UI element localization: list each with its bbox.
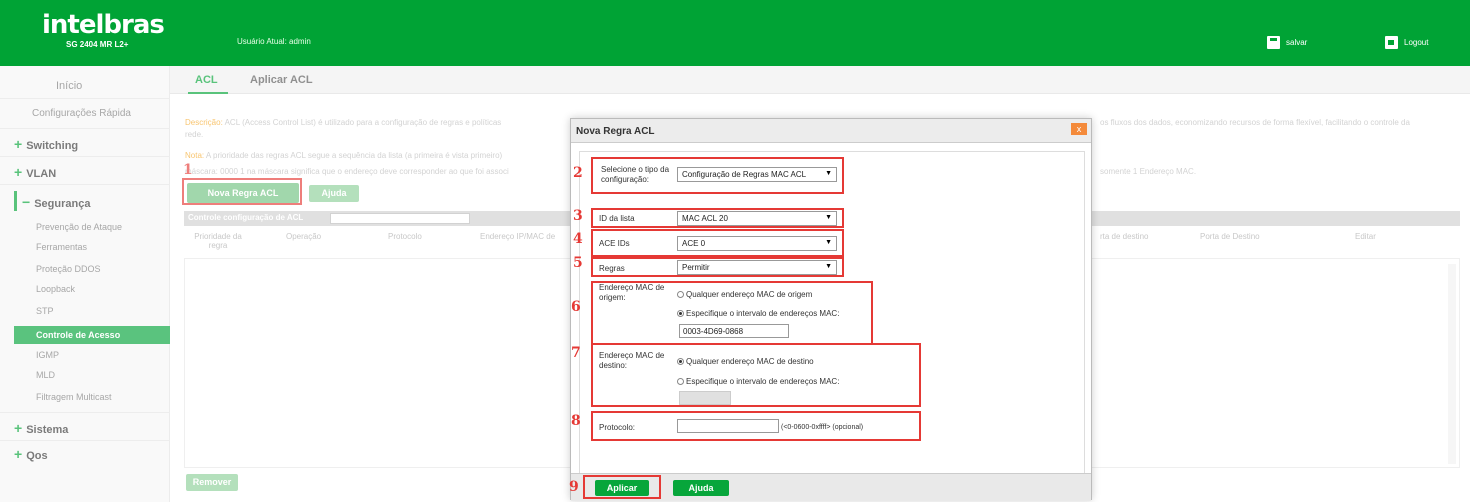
- annotation-6: 6: [571, 299, 581, 315]
- ace-ids-value: ACE 0: [682, 239, 706, 248]
- model-label: SG 2404 MR L2+: [66, 40, 129, 49]
- id-lista-value: MAC ACL 20: [682, 214, 728, 223]
- regras-select[interactable]: Permitir ▼: [677, 260, 837, 275]
- radio-dot: [677, 310, 684, 317]
- annotation-2: 2: [573, 165, 583, 181]
- dropdown-arrow-icon: ▼: [825, 170, 832, 177]
- tipo-select[interactable]: Configuração de Regras MAC ACL ▼: [677, 167, 837, 182]
- dropdown-arrow-icon: ▼: [825, 239, 832, 246]
- modal-header: Nova Regra ACL x: [571, 119, 1091, 143]
- current-user: Usuário Atual: admin: [237, 37, 311, 46]
- ace-ids-select[interactable]: ACE 0 ▼: [677, 236, 837, 251]
- top-header: intelbras SG 2404 MR L2+ Usuário Atual: …: [0, 0, 1470, 66]
- annotation-5: 5: [573, 255, 583, 271]
- aplicar-button[interactable]: Aplicar: [595, 480, 649, 496]
- tipo-select-value: Configuração de Regras MAC ACL: [682, 170, 807, 179]
- radio-label: Qualquer endereço MAC de origem: [686, 290, 813, 299]
- brand: intelbras SG 2404 MR L2+: [42, 10, 165, 49]
- dropdown-arrow-icon: ▼: [825, 214, 832, 221]
- mac-origem-qualquer-radio[interactable]: Qualquer endereço MAC de origem: [677, 290, 812, 299]
- regras-value: Permitir: [682, 263, 710, 272]
- regras-label: Regras: [599, 264, 625, 273]
- mac-origem-input[interactable]: 0003-4D69-0868: [679, 324, 789, 338]
- tipo-label: Selecione o tipo da configuração:: [601, 165, 670, 184]
- mac-destino-input[interactable]: [679, 391, 731, 405]
- annotation-3: 3: [573, 208, 583, 224]
- mac-destino-qualquer-radio[interactable]: Qualquer endereço MAC de destino: [677, 357, 814, 366]
- radio-dot: [677, 291, 684, 298]
- annotation-9: 9: [569, 479, 579, 495]
- logout-button[interactable]: Logout: [1385, 36, 1428, 49]
- annotation-8: 8: [571, 413, 581, 429]
- mac-destino-label: Endereço MAC de destino:: [599, 351, 665, 370]
- protocolo-hint: (<0-0600-0xffff> (opcional): [781, 424, 864, 431]
- radio-label: Qualquer endereço MAC de destino: [686, 357, 814, 366]
- mac-origem-especifique-radio[interactable]: Especifique o intervalo de endereços MAC…: [677, 309, 839, 318]
- annotation-4: 4: [573, 231, 583, 247]
- save-icon: [1267, 36, 1280, 49]
- dropdown-arrow-icon: ▼: [825, 263, 832, 270]
- ace-ids-label: ACE IDs: [599, 239, 630, 248]
- save-button[interactable]: salvar: [1267, 36, 1307, 49]
- id-lista-select[interactable]: MAC ACL 20 ▼: [677, 211, 837, 226]
- logout-icon: [1385, 36, 1398, 49]
- mac-origem-label: Endereço MAC de origem:: [599, 283, 665, 302]
- protocolo-label: Protocolo:: [599, 423, 636, 432]
- logout-label: Logout: [1404, 38, 1429, 47]
- radio-dot: [677, 378, 684, 385]
- nova-regra-modal: Nova Regra ACL x 2 Selecione o tipo da c…: [569, 118, 1092, 501]
- annotation-7: 7: [571, 345, 581, 361]
- close-icon[interactable]: x: [1071, 123, 1087, 135]
- modal-ajuda-button[interactable]: Ajuda: [673, 480, 729, 496]
- mac-destino-especifique-radio[interactable]: Especifique o intervalo de endereços MAC…: [677, 377, 839, 386]
- id-lista-label: ID da lista: [599, 214, 635, 223]
- protocolo-input[interactable]: [677, 419, 779, 433]
- intelbras-logo: intelbras: [42, 10, 165, 40]
- radio-label: Especifique o intervalo de endereços MAC…: [686, 309, 840, 318]
- modal-title: Nova Regra ACL: [576, 126, 655, 137]
- save-label: salvar: [1286, 38, 1308, 47]
- radio-label: Especifique o intervalo de endereços MAC…: [686, 377, 840, 386]
- radio-dot: [677, 358, 684, 365]
